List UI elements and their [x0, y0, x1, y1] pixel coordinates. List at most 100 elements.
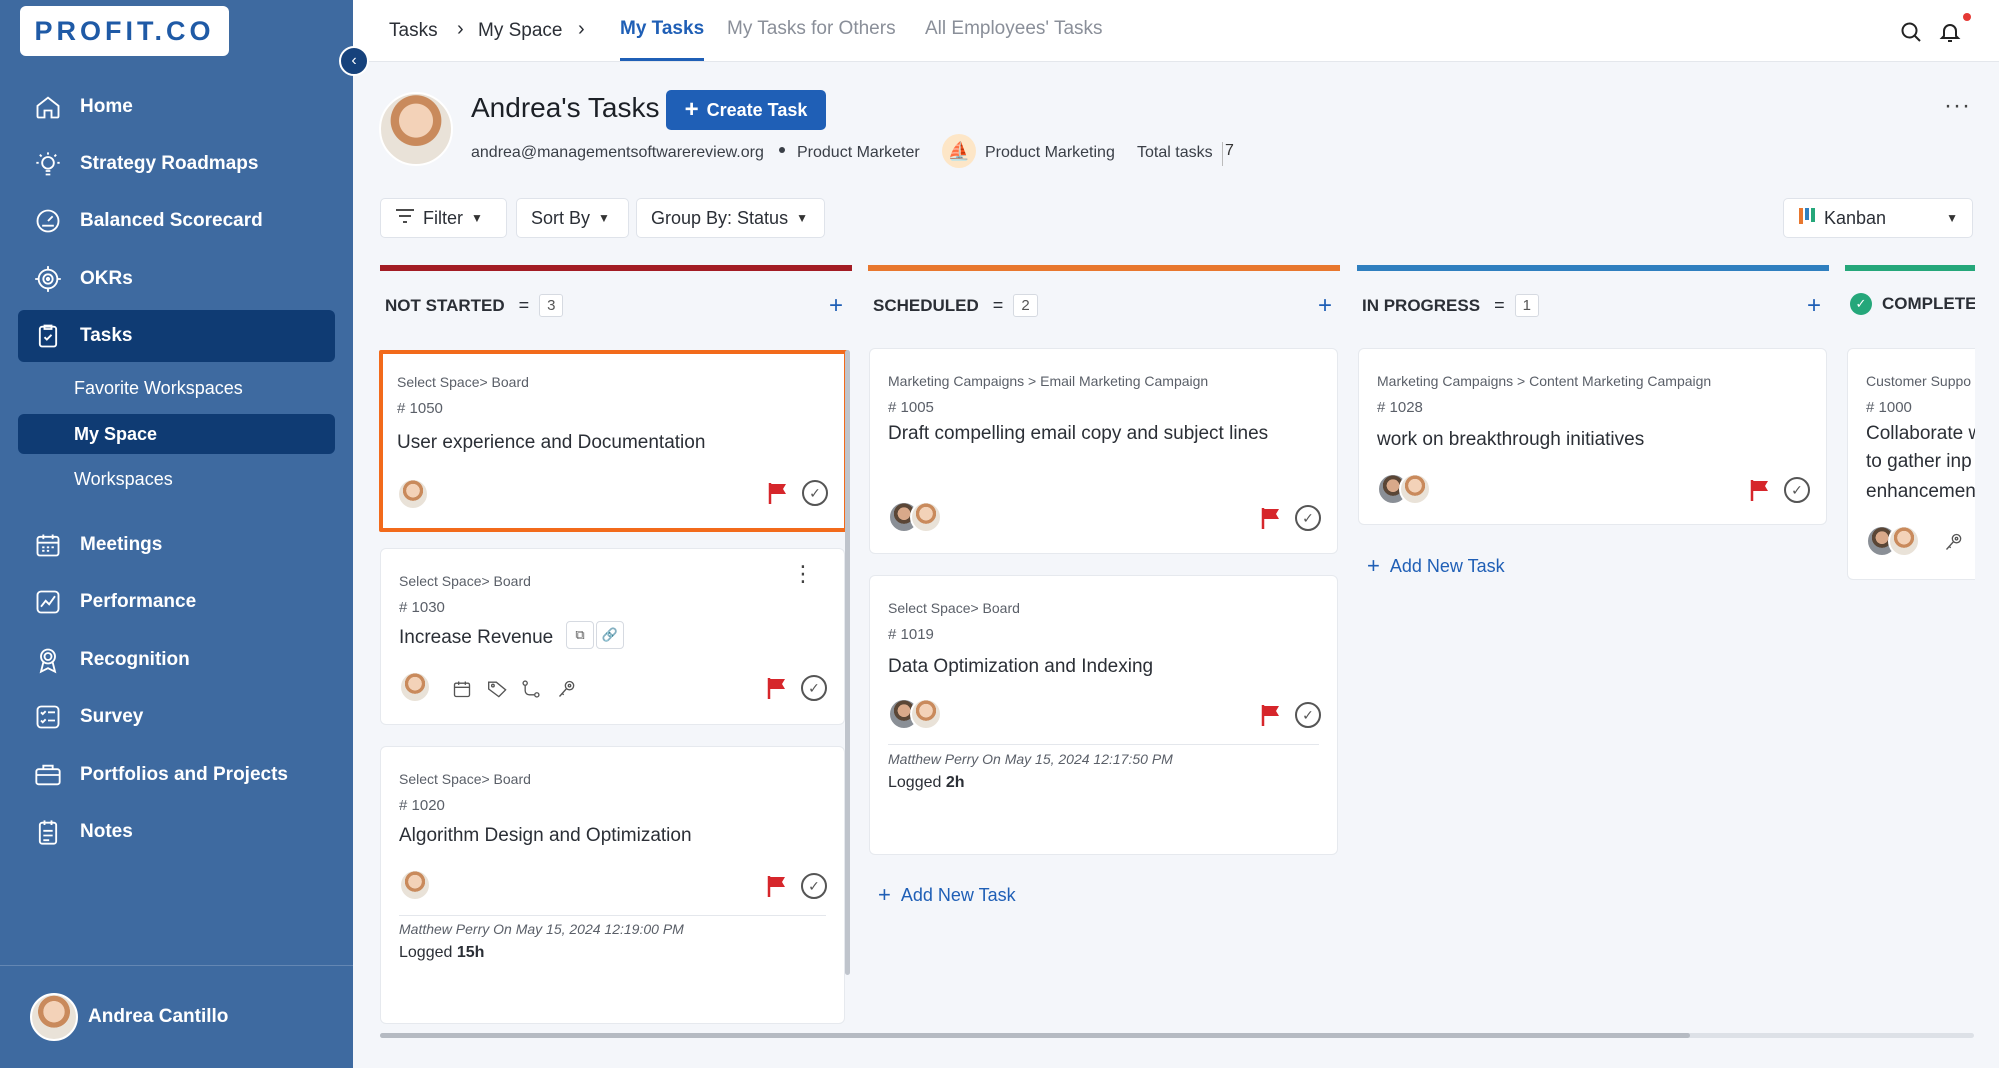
column-header-in-progress: IN PROGRESS = 1 — [1362, 294, 1539, 317]
sidebar-item-strategy-roadmaps[interactable]: Strategy Roadmaps — [18, 138, 335, 190]
assignee-avatars[interactable] — [888, 501, 942, 533]
add-card-button[interactable]: + — [1318, 292, 1332, 320]
flag-icon[interactable] — [1749, 479, 1771, 501]
complete-check-icon[interactable]: ✓ — [1295, 505, 1321, 531]
filter-button[interactable]: Filter ▼ — [380, 198, 507, 238]
tab-my-tasks[interactable]: My Tasks — [620, 18, 704, 40]
sidebar-item-survey[interactable]: Survey — [18, 691, 335, 743]
task-title[interactable]: Algorithm Design and Optimization — [399, 825, 692, 847]
profitco-logo[interactable]: PROFIT.CO — [20, 6, 229, 56]
sort-by-button[interactable]: Sort By ▼ — [516, 198, 629, 238]
horizontal-scrollbar[interactable] — [380, 1033, 1690, 1038]
workflow-icon[interactable] — [519, 677, 543, 701]
collapse-sidebar-button[interactable]: ‹ — [339, 46, 369, 76]
user-email: andrea@managementsoftwarereview.org — [471, 144, 764, 161]
avatar — [1399, 473, 1431, 505]
complete-check-icon[interactable]: ✓ — [1784, 477, 1810, 503]
card-menu-icon[interactable]: ⋮ — [792, 563, 814, 585]
sidebar-divider — [0, 965, 353, 966]
task-card-1050[interactable]: Select Space> Board # 1050 User experien… — [379, 350, 848, 532]
key-result-icon[interactable] — [1942, 530, 1966, 554]
complete-check-icon[interactable]: ✓ — [801, 675, 827, 701]
create-task-button[interactable]: + Create Task — [666, 90, 826, 130]
sidebar-item-okrs[interactable]: OKRs — [18, 253, 335, 305]
task-title[interactable]: Data Optimization and Indexing — [888, 656, 1153, 678]
sub-item-my-space[interactable]: My Space — [18, 414, 335, 454]
breadcrumb-separator: › — [578, 18, 585, 40]
flag-icon[interactable] — [1260, 507, 1282, 529]
complete-check-icon[interactable]: ✓ — [802, 480, 828, 506]
task-card-1028[interactable]: Marketing Campaigns > Content Marketing … — [1358, 348, 1827, 525]
assignee-avatars[interactable] — [1866, 525, 1920, 557]
copy-icon[interactable]: ⧉ — [566, 621, 594, 649]
tag-icon[interactable] — [486, 677, 510, 701]
add-new-task-in-progress[interactable]: + Add New Task — [1367, 553, 1505, 579]
assignee-avatars[interactable] — [888, 698, 942, 730]
flag-icon[interactable] — [767, 482, 789, 504]
search-icon[interactable] — [1897, 18, 1925, 46]
column-count: 1 — [1514, 294, 1539, 317]
time-log-value: Logged 15h — [399, 944, 485, 961]
link-icon[interactable]: 🔗 — [596, 621, 624, 649]
group-by-button[interactable]: Group By: Status ▼ — [636, 198, 825, 238]
assignee-avatars[interactable] — [1377, 473, 1431, 505]
task-title[interactable]: User experience and Documentation — [397, 432, 705, 454]
task-title[interactable]: work on breakthrough initiatives — [1377, 429, 1644, 451]
task-title[interactable]: Increase Revenue — [399, 627, 553, 649]
badge-icon — [32, 644, 64, 676]
sidebar-item-home[interactable]: Home — [18, 81, 335, 133]
assignee-avatars[interactable] — [399, 671, 431, 703]
task-title-line[interactable]: Collaborate w — [1866, 423, 1975, 445]
tab-all-employees-tasks[interactable]: All Employees' Tasks — [925, 18, 1103, 40]
survey-icon — [32, 701, 64, 733]
top-bar — [353, 0, 1999, 62]
chevron-down-icon: ▼ — [598, 211, 610, 225]
task-card-1020[interactable]: Select Space> Board # 1020 Algorithm Des… — [380, 746, 845, 1024]
time-log-author: Matthew Perry On May 15, 2024 12:19:00 P… — [399, 921, 684, 937]
sub-item-workspaces[interactable]: Workspaces — [18, 459, 335, 499]
complete-check-icon[interactable]: ✓ — [1295, 702, 1321, 728]
chevron-down-icon: ▼ — [796, 211, 808, 225]
tab-my-tasks-for-others[interactable]: My Tasks for Others — [727, 18, 896, 40]
column-color-bar — [1845, 265, 1975, 271]
task-card-1005[interactable]: Marketing Campaigns > Email Marketing Ca… — [869, 348, 1338, 554]
flag-icon[interactable] — [766, 677, 788, 699]
sidebar-item-portfolios-and-projects[interactable]: Portfolios and Projects — [18, 749, 335, 801]
sidebar-item-notes[interactable]: Notes — [18, 806, 335, 858]
sidebar-item-performance[interactable]: Performance — [18, 576, 335, 628]
assignee-avatars[interactable] — [397, 478, 429, 510]
chevron-left-icon: ‹ — [351, 52, 357, 69]
sub-item-favorite-workspaces[interactable]: Favorite Workspaces — [18, 368, 335, 408]
calendar-icon[interactable] — [450, 677, 474, 701]
breadcrumb-tasks[interactable]: Tasks — [389, 20, 438, 42]
sidebar-item-recognition[interactable]: Recognition — [18, 634, 335, 686]
add-new-task-scheduled[interactable]: + Add New Task — [878, 882, 1016, 908]
view-select[interactable]: Kanban ▼ — [1783, 198, 1973, 238]
time-log-author: Matthew Perry On May 15, 2024 12:17:50 P… — [888, 751, 1173, 767]
key-result-icon[interactable] — [555, 677, 579, 701]
add-card-button[interactable]: + — [829, 292, 843, 320]
column-scrollbar[interactable] — [845, 350, 850, 975]
task-card-1019[interactable]: Select Space> Board # 1019 Data Optimiza… — [869, 575, 1338, 855]
complete-check-icon[interactable]: ✓ — [801, 873, 827, 899]
briefcase-icon — [32, 759, 64, 791]
divider — [888, 744, 1319, 745]
sidebar-item-balanced-scorecard[interactable]: Balanced Scorecard — [18, 195, 335, 247]
sidebar-item-tasks[interactable]: Tasks — [18, 310, 335, 362]
current-user[interactable]: Andrea Cantillo — [30, 993, 228, 1041]
more-options-icon[interactable]: ··· — [1944, 92, 1971, 120]
assignee-avatars[interactable] — [399, 869, 431, 901]
task-title[interactable]: Draft compelling email copy and subject … — [888, 423, 1268, 445]
add-card-button[interactable]: + — [1807, 292, 1821, 320]
team-name: Product Marketing — [985, 144, 1115, 161]
bell-icon[interactable] — [1936, 18, 1964, 46]
breadcrumb-my-space[interactable]: My Space — [478, 20, 562, 42]
task-card-1030[interactable]: Select Space> Board # 1030 ⋮ Increase Re… — [380, 548, 845, 725]
flag-icon[interactable] — [766, 875, 788, 897]
home-icon — [32, 91, 64, 123]
task-card-1000[interactable]: Customer Suppo # 1000 Collaborate w to g… — [1847, 348, 1975, 580]
user-role: Product Marketer — [797, 144, 920, 161]
gauge-icon — [32, 205, 64, 237]
sidebar-item-meetings[interactable]: Meetings — [18, 519, 335, 571]
flag-icon[interactable] — [1260, 704, 1282, 726]
